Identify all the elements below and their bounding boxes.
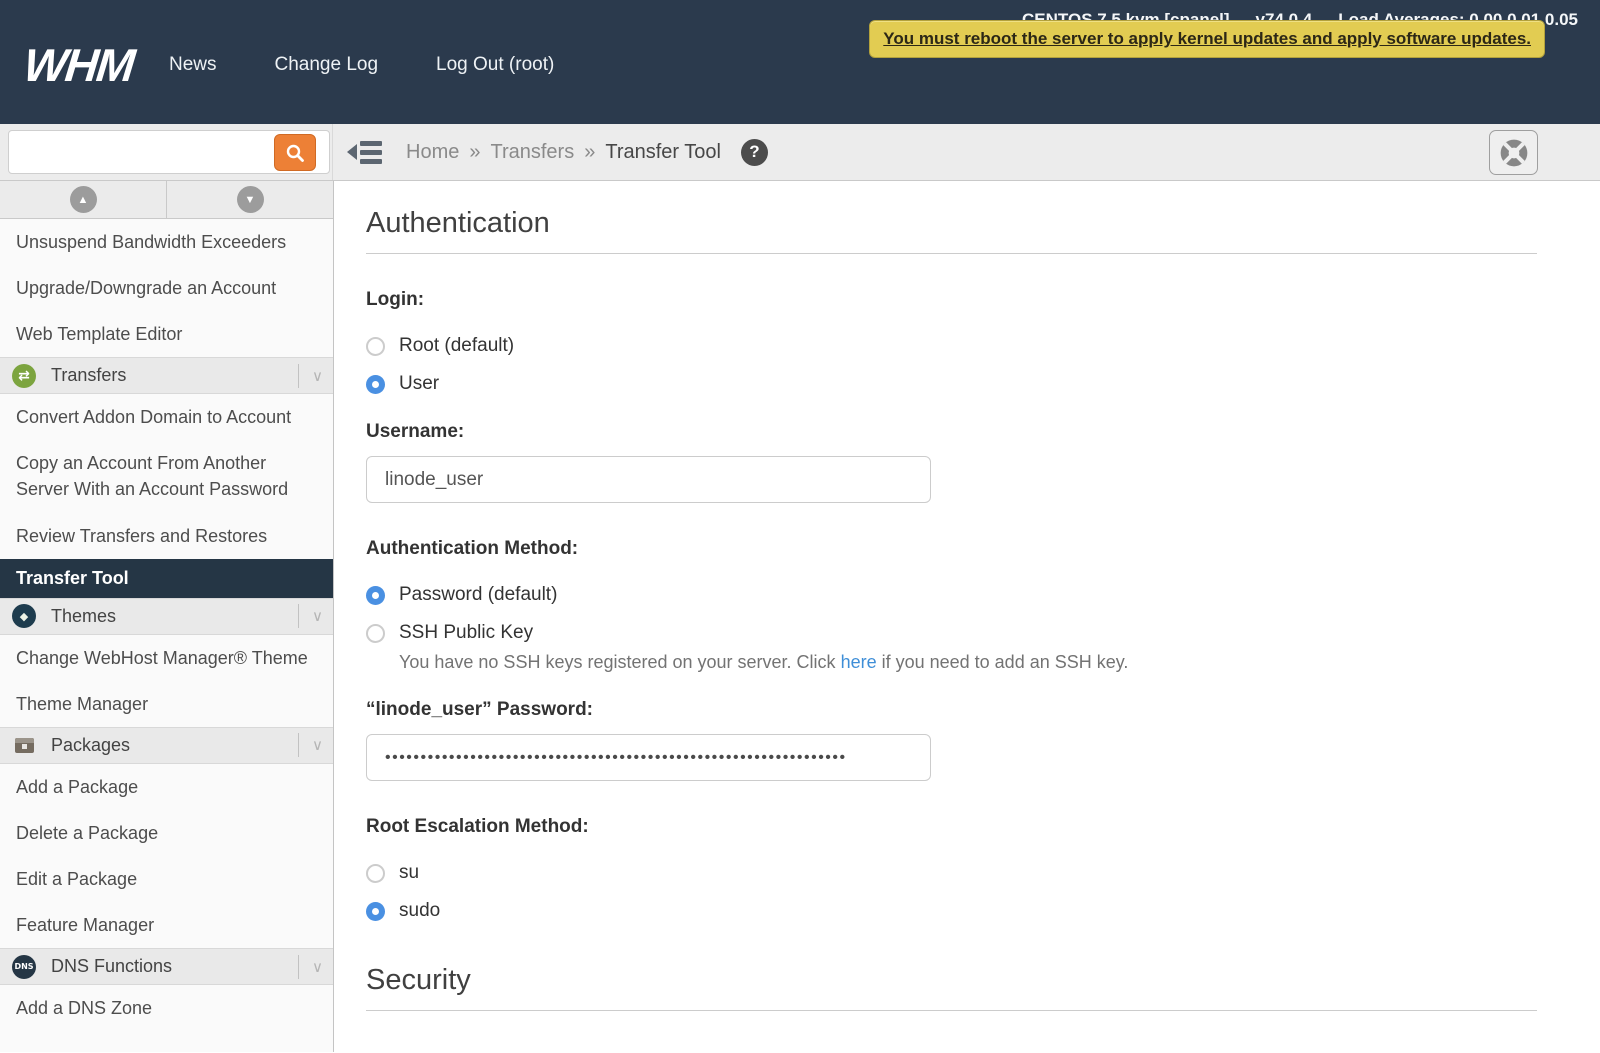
security-heading: Security [366, 964, 1537, 997]
breadcrumb-separator: » [584, 141, 595, 164]
sidebar-menu: Unsuspend Bandwidth Exceeders Upgrade/Do… [0, 219, 333, 1031]
divider [298, 733, 299, 757]
radio-sudo[interactable]: sudo [366, 900, 1537, 922]
themes-icon: ◆ [12, 604, 36, 628]
breadcrumb-transfers[interactable]: Transfers [490, 141, 574, 164]
username-label: Username: [366, 421, 1537, 443]
divider [298, 955, 299, 979]
top-nav: News Change Log Log Out (root) [169, 54, 554, 76]
auth-method-label: Authentication Method: [366, 538, 1537, 560]
sidebar-section-transfers[interactable]: ⇄ Transfers ∨ [0, 357, 333, 394]
radio-ssh-public-key[interactable]: SSH Public Key [366, 622, 1537, 644]
breadcrumb-current-page: Transfer Tool [605, 141, 721, 164]
sidebar-item-add-a-dns-zone[interactable]: Add a DNS Zone [0, 985, 333, 1031]
sidebar-item-convert-addon-domain[interactable]: Convert Addon Domain to Account [0, 394, 333, 440]
divider [366, 253, 1537, 254]
sidebar-item-edit-a-package[interactable]: Edit a Package [0, 856, 333, 902]
collapse-sidebar-icon[interactable] [347, 141, 382, 164]
main-content: Authentication Login: Root (default) Use… [334, 181, 1600, 1052]
sidebar-item-review-transfers[interactable]: Review Transfers and Restores [0, 513, 333, 559]
whm-logo: WHM [21, 38, 136, 92]
breadcrumb: Home » Transfers » Transfer Tool ? [406, 139, 768, 166]
sidebar-search [0, 124, 333, 180]
packages-icon [12, 733, 36, 757]
radio-button[interactable] [366, 864, 385, 883]
left-arrow-icon [347, 144, 357, 160]
help-icon[interactable]: ? [741, 139, 768, 166]
breadcrumb-bar: Home » Transfers » Transfer Tool ? [0, 124, 1600, 181]
sidebar-section-packages[interactable]: Packages ∨ [0, 727, 333, 764]
divider [298, 364, 299, 388]
radio-password[interactable]: Password (default) [366, 584, 1537, 606]
root-escalation-label: Root Escalation Method: [366, 816, 1537, 838]
nav-log-out[interactable]: Log Out (root) [436, 54, 554, 76]
login-label: Login: [366, 289, 1537, 311]
sidebar-item-unsuspend-bandwidth-exceeders[interactable]: Unsuspend Bandwidth Exceeders [0, 219, 333, 265]
divider [366, 1010, 1537, 1011]
arrow-down-icon: ▼ [237, 186, 264, 213]
breadcrumb-home[interactable]: Home [406, 141, 459, 164]
sidebar-item-upgrade-downgrade-account[interactable]: Upgrade/Downgrade an Account [0, 265, 333, 311]
radio-user[interactable]: User [366, 373, 1537, 395]
radio-button[interactable] [366, 586, 385, 605]
ssh-key-here-link[interactable]: here [841, 652, 877, 672]
password-label: “linode_user” Password: [366, 699, 1537, 721]
support-button[interactable] [1489, 130, 1538, 175]
sidebar-scroll-controls: ▲ ▼ [0, 181, 333, 219]
radio-button[interactable] [366, 337, 385, 356]
search-button[interactable] [274, 134, 316, 171]
sidebar-item-add-a-package[interactable]: Add a Package [0, 764, 333, 810]
divider [298, 604, 299, 628]
top-bar: CENTOS 7.5 kvm [cpanel] v74.0.4 Load Ave… [0, 0, 1600, 124]
scroll-up-button[interactable]: ▲ [0, 181, 167, 218]
sidebar: ▲ ▼ Unsuspend Bandwidth Exceeders Upgrad… [0, 181, 334, 1052]
sidebar-section-themes[interactable]: ◆ Themes ∨ [0, 598, 333, 635]
chevron-down-icon[interactable]: ∨ [312, 367, 323, 385]
radio-root[interactable]: Root (default) [366, 335, 1537, 357]
sidebar-item-theme-manager[interactable]: Theme Manager [0, 681, 333, 727]
radio-button[interactable] [366, 902, 385, 921]
reboot-alert-banner[interactable]: You must reboot the server to apply kern… [869, 20, 1545, 58]
search-icon [285, 143, 305, 163]
radio-button[interactable] [366, 375, 385, 394]
username-input[interactable] [366, 456, 931, 503]
sidebar-item-change-whm-theme[interactable]: Change WebHost Manager® Theme [0, 635, 333, 681]
password-input[interactable] [366, 734, 931, 781]
ssh-key-note: You have no SSH keys registered on your … [399, 652, 1537, 673]
radio-su[interactable]: su [366, 862, 1537, 884]
nav-news[interactable]: News [169, 54, 217, 76]
radio-button[interactable] [366, 624, 385, 643]
sidebar-item-transfer-tool-selected[interactable]: Transfer Tool [0, 559, 333, 598]
chevron-down-icon[interactable]: ∨ [312, 736, 323, 754]
authentication-heading: Authentication [366, 207, 1537, 240]
arrow-up-icon: ▲ [70, 186, 97, 213]
sidebar-item-feature-manager[interactable]: Feature Manager [0, 902, 333, 948]
sidebar-item-copy-account[interactable]: Copy an Account From Another Server With… [0, 440, 333, 512]
sidebar-item-web-template-editor[interactable]: Web Template Editor [0, 311, 333, 357]
chevron-down-icon[interactable]: ∨ [312, 958, 323, 976]
breadcrumb-separator: » [469, 141, 480, 164]
transfers-icon: ⇄ [12, 364, 36, 388]
nav-change-log[interactable]: Change Log [274, 54, 378, 76]
dns-icon: DNS [12, 955, 36, 979]
menu-bars-icon [360, 141, 382, 164]
chevron-down-icon[interactable]: ∨ [312, 607, 323, 625]
sidebar-section-dns-functions[interactable]: DNS DNS Functions ∨ [0, 948, 333, 985]
life-ring-icon [1498, 137, 1530, 169]
sidebar-item-delete-a-package[interactable]: Delete a Package [0, 810, 333, 856]
scroll-down-button[interactable]: ▼ [167, 181, 333, 218]
